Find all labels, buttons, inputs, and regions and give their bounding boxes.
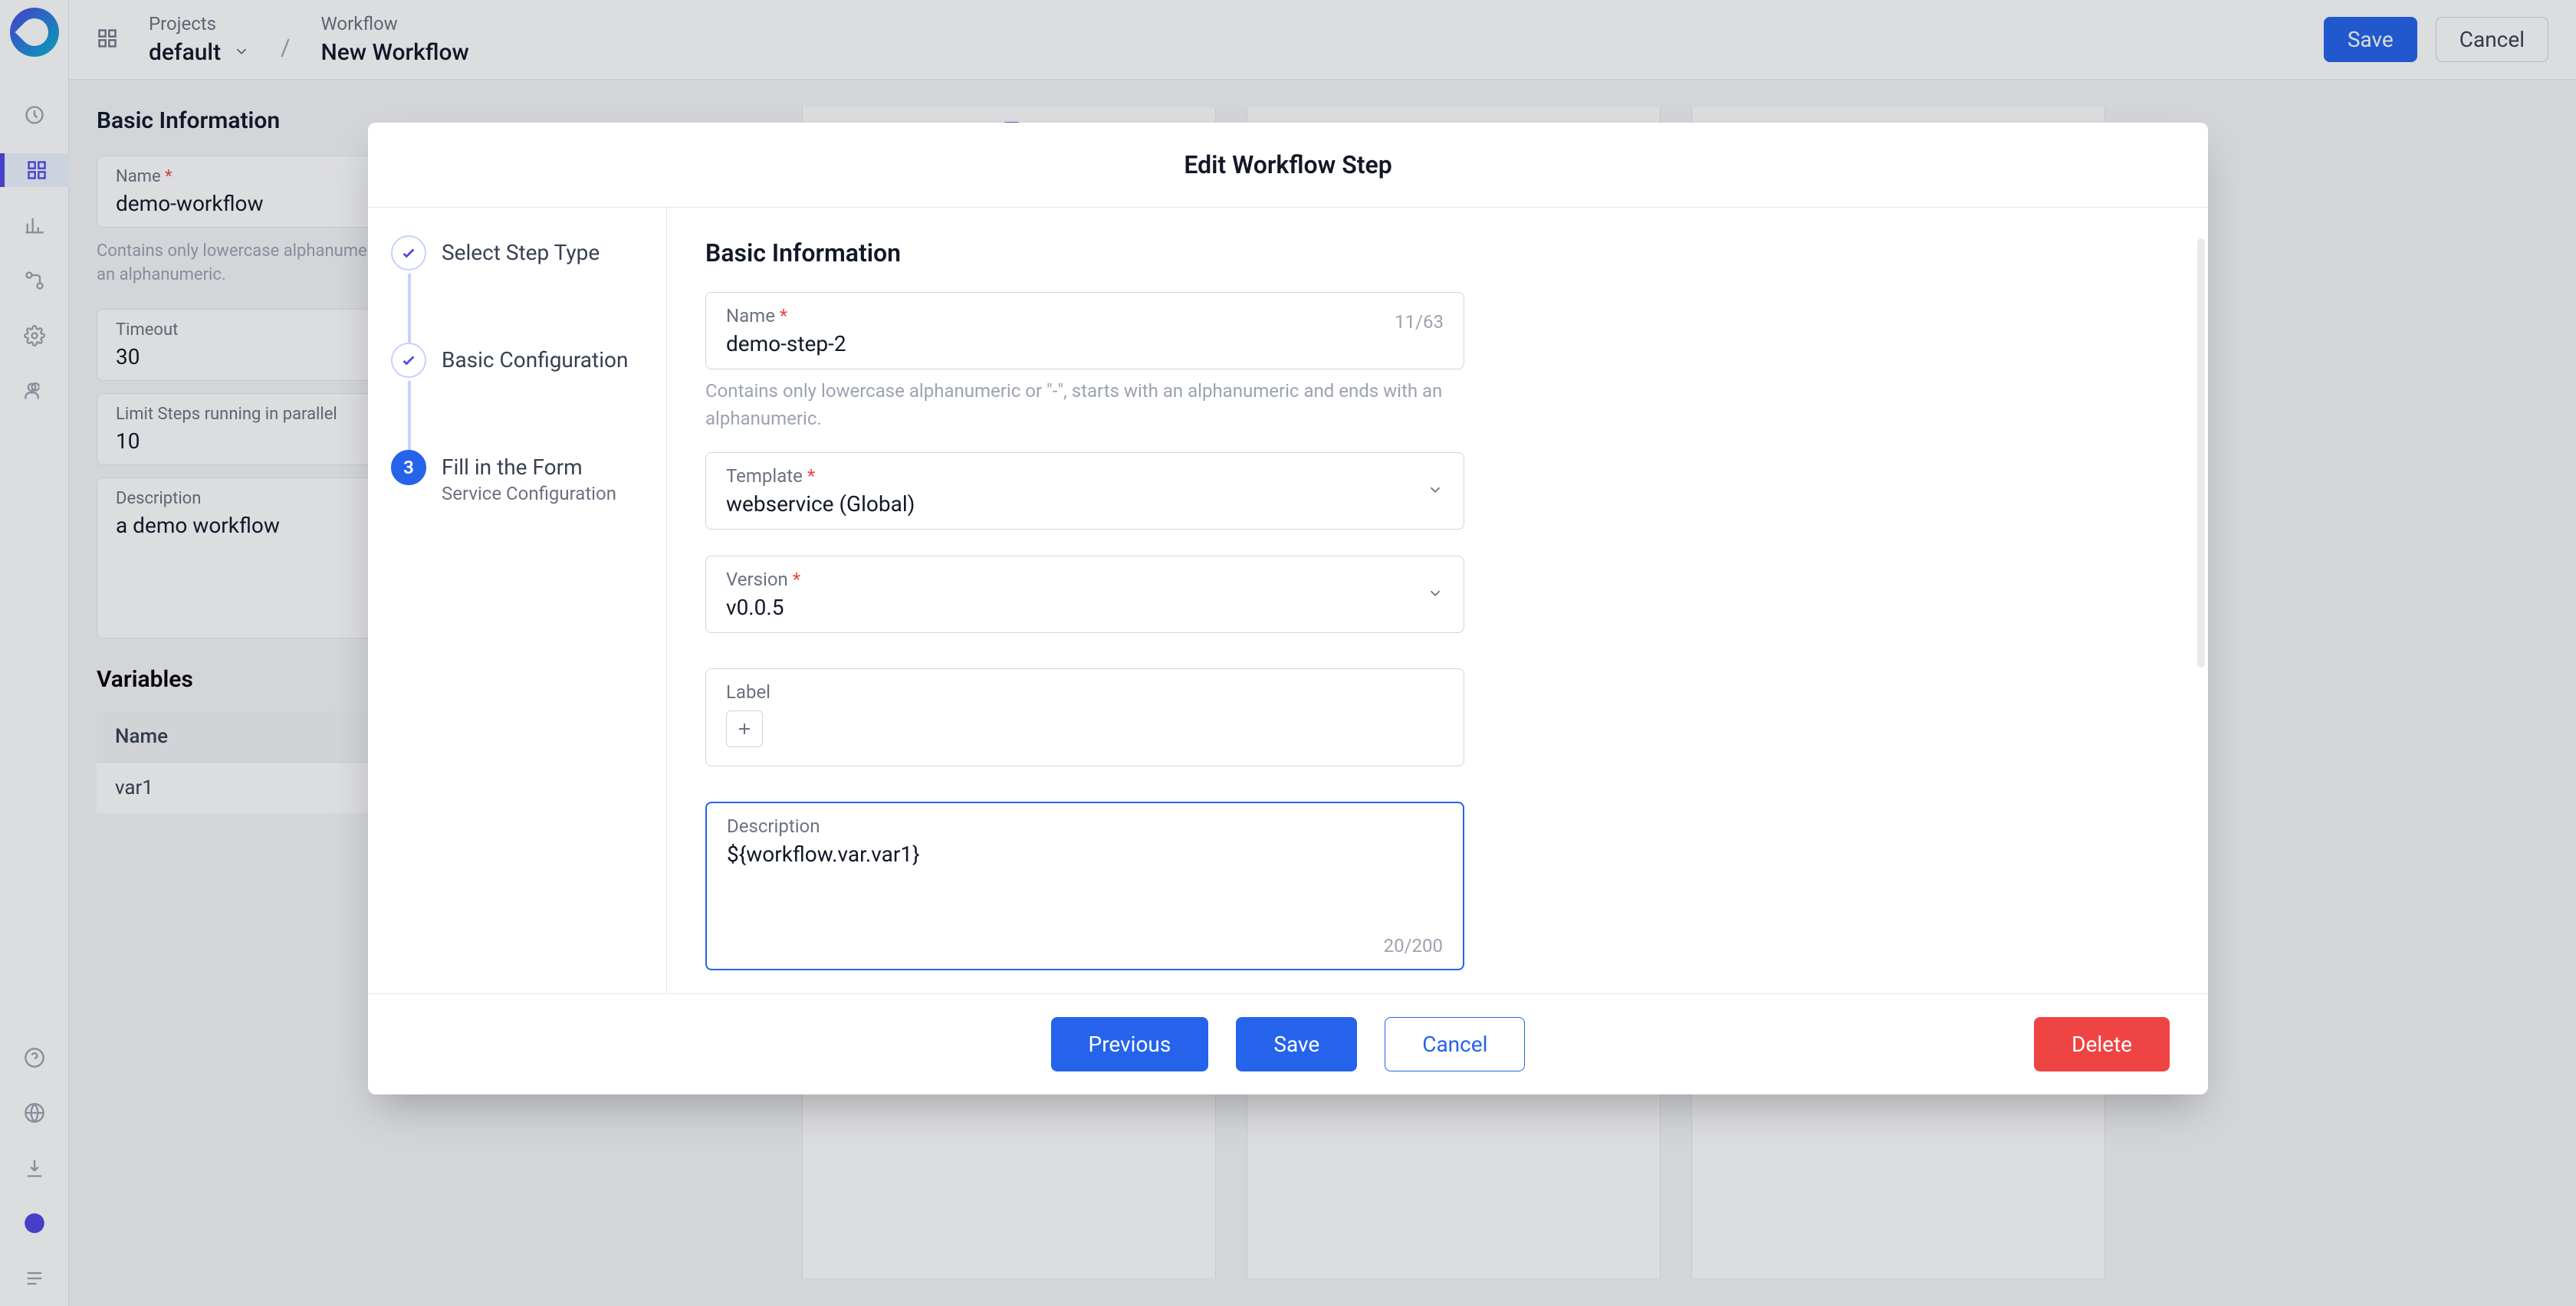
step-1[interactable]: Select Step Type	[391, 235, 643, 271]
step-description-field[interactable]: Description ${workflow.var.var1} 20/200	[705, 802, 1464, 970]
step-name-field[interactable]: Name * demo-step-2 11/63	[705, 292, 1464, 369]
modal-form: Basic Information Name * demo-step-2 11/…	[667, 208, 2208, 993]
step-3[interactable]: 3 Fill in the Form Service Configuration	[391, 450, 643, 504]
step-3-subtitle: Service Configuration	[442, 483, 616, 504]
modal-save-button[interactable]: Save	[1236, 1017, 1357, 1071]
template-select[interactable]: Template * webservice (Global)	[705, 452, 1464, 530]
version-value: v0.0.5	[726, 595, 1444, 620]
delete-button[interactable]: Delete	[2034, 1017, 2170, 1071]
step-name-label: Name	[726, 305, 775, 326]
version-label: Version	[726, 569, 788, 590]
version-select[interactable]: Version * v0.0.5	[705, 556, 1464, 633]
previous-button[interactable]: Previous	[1051, 1017, 1209, 1071]
template-label: Template	[726, 465, 803, 487]
step-name-hint: Contains only lowercase alphanumeric or …	[705, 377, 1464, 432]
step-1-title: Select Step Type	[442, 235, 600, 265]
label-label: Label	[726, 681, 1444, 703]
chevron-down-icon	[1427, 585, 1444, 605]
form-section-title: Basic Information	[705, 238, 2170, 267]
modal-footer: Previous Save Cancel Delete	[368, 993, 2208, 1094]
template-value: webservice (Global)	[726, 491, 1444, 517]
modal-title: Edit Workflow Step	[368, 123, 2208, 207]
add-label-button[interactable]	[726, 710, 763, 747]
label-field: Label	[705, 668, 1464, 766]
step-name-value: demo-step-2	[726, 331, 1444, 356]
step-desc-label: Description	[727, 815, 1443, 837]
name-counter: 11/63	[1395, 311, 1444, 333]
step-desc-value: ${workflow.var.var1}	[727, 842, 1443, 867]
edit-step-modal: Edit Workflow Step Select Step Type Basi…	[368, 123, 2208, 1094]
check-icon	[391, 235, 426, 271]
desc-counter: 20/200	[1384, 935, 1443, 957]
modal-cancel-button[interactable]: Cancel	[1385, 1017, 1525, 1071]
step-2[interactable]: Basic Configuration	[391, 343, 643, 378]
step-3-title: Fill in the Form	[442, 450, 616, 480]
step-number: 3	[391, 450, 426, 485]
step-2-title: Basic Configuration	[442, 343, 628, 372]
chevron-down-icon	[1427, 481, 1444, 501]
stepper: Select Step Type Basic Configuration 3 F…	[368, 208, 667, 993]
scrollbar[interactable]	[2197, 238, 2205, 668]
modal-overlay: Edit Workflow Step Select Step Type Basi…	[0, 0, 2576, 1306]
check-icon	[391, 343, 426, 378]
